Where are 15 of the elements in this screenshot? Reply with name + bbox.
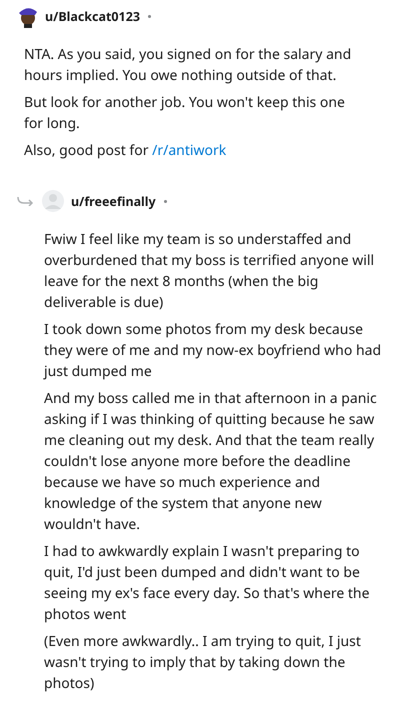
comment-paragraph: But look for another job. You won't keep this one for long. xyxy=(24,92,346,134)
comment-paragraph: I had to awkwardly explain I wasn't preparing to quit, I'd just been dumped and didn't want to be seeing my ex's face every day. So that's where the photos went xyxy=(44,541,370,625)
comment-paragraph: Fwiw I feel like my team is so understaffed and overburdened that my boss is terrified anyone will leave for the next 8 months (when the big deliverable is due) xyxy=(44,229,376,313)
subreddit-link[interactable]: /r/antiwork xyxy=(152,141,226,160)
comment-paragraph: NTA. As you said, you signed on for the salary and hours implied. You owe nothing outside of that. xyxy=(24,44,352,86)
separator-dot xyxy=(148,14,152,18)
comment-paragraph: And my boss called me in that afternoon in a panic asking if I was thinking of quitting because he saw me cleaning out my desk. And that the team really couldn't lose anyone more before the deadline because we have so much experience and knowledge of the system that anyone new wouldn't have. xyxy=(44,388,378,535)
comment-paragraph: (Even more awkwardly.. I am trying to quit, I just wasn't trying to imply that by taking down the photos) xyxy=(44,631,362,694)
reply-arrow-icon xyxy=(17,196,35,206)
avatar-icon xyxy=(41,189,65,213)
username[interactable]: u/Blackcat0123 xyxy=(45,8,140,24)
comment-paragraph: I took down some photos from my desk because they were of me and my now-ex boyfriend who had just dumped me xyxy=(44,319,382,382)
comment-paragraph: Also, good post for /r/antiwork xyxy=(24,140,228,161)
username[interactable]: u/freeefinally xyxy=(71,192,156,210)
separator-dot xyxy=(164,200,167,202)
